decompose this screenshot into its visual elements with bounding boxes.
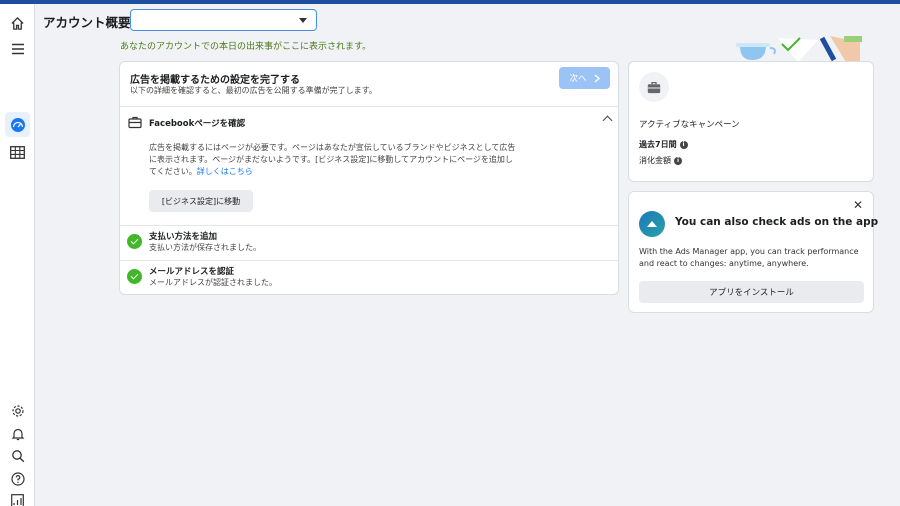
active-campaigns-card: アクティブなキャンペーン 過去7日間 i 消化金額 i [628,61,874,182]
divider [120,106,618,107]
payment-subtitle: 支払い方法が保存されました。 [149,243,261,252]
report-icon[interactable] [5,488,30,506]
setup-title: 広告を掲載するための設定を完了する [130,75,300,86]
header-illustration [730,36,870,62]
email-title: メールアドレスを認証 [149,267,235,277]
home-icon[interactable] [5,11,30,36]
gauge-icon[interactable] [5,112,30,137]
ads-manager-logo-icon [639,211,665,237]
divider [120,260,618,261]
briefcase-icon [639,72,669,102]
period-metric: 過去7日間 i [639,139,688,150]
check-icon [127,269,142,284]
go-to-business-settings-button[interactable]: [ビジネス設定]に移動 [149,190,253,212]
payment-title: 支払い方法を追加 [149,232,218,242]
active-campaigns-title: アクティブなキャンペーン [639,120,740,130]
top-accent-bar [0,0,900,4]
close-icon[interactable]: ✕ [853,199,863,211]
table-icon[interactable] [5,140,30,165]
email-subtitle: メールアドレスが認証されました。 [149,278,277,287]
account-select[interactable] [130,9,317,31]
next-button[interactable]: 次へ [559,67,610,89]
chevron-up-icon[interactable] [602,115,613,126]
facebook-page-title: Facebookページを確認 [149,119,246,129]
chevron-right-icon [594,73,600,83]
app-promo-description: With the Ads Manager app, you can track … [639,247,859,268]
install-app-button[interactable]: アプリをインストール [639,281,864,303]
spend-metric: 消化金額 i [639,155,682,166]
briefcase-icon [128,116,142,129]
gear-icon[interactable] [5,398,30,423]
page-title: アカウント概要 [43,15,131,30]
check-icon [127,234,142,249]
search-icon[interactable] [5,443,30,468]
learn-more-link[interactable]: 詳しくはこちら [197,167,253,176]
setup-subtitle: 以下の詳細を確認すると、最初の広告を公開する準備が完了します。 [130,86,377,95]
app-promo-title: You can also check ads on the app [675,216,879,228]
menu-icon[interactable] [5,36,30,61]
info-icon[interactable]: i [674,156,682,165]
banner-text: あなたのアカウントでの本日の出来事がここに表示されます。 [120,42,372,52]
divider [120,225,618,226]
next-button-label: 次へ [569,74,587,84]
facebook-page-body: 広告を掲載するにはページが必要です。ページはあなたが宣伝しているブランドやビジネ… [149,143,516,176]
info-icon[interactable]: i [679,140,688,149]
left-nav [0,4,35,506]
caret-down-icon [299,18,307,23]
setup-card: 広告を掲載するための設定を完了する 以下の詳細を確認すると、最初の広告を公開する… [119,61,619,295]
app-promo-card: ✕ You can also check ads on the app With… [628,191,878,313]
